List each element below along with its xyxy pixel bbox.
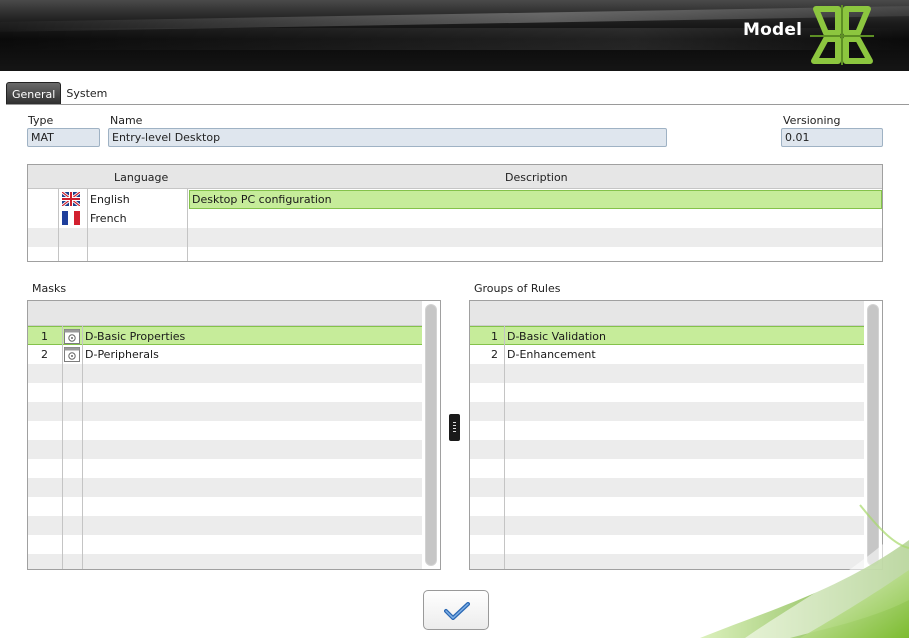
versioning-field[interactable]: 0.01	[781, 128, 883, 147]
table-row[interactable]	[28, 228, 882, 247]
masks-list: 1 D-Basic Properties 2 D-Peripherals	[27, 300, 441, 570]
groups-of-rules-list: 1 D-Basic Validation 2 D-Enhancement	[469, 300, 883, 570]
tab-bar: General System	[6, 82, 112, 105]
column-header-description[interactable]: Description	[505, 171, 568, 184]
list-item[interactable]	[28, 383, 422, 402]
rule-group-name: D-Basic Validation	[507, 330, 606, 343]
tab-general[interactable]: General	[6, 82, 62, 105]
versioning-label: Versioning	[783, 114, 841, 127]
scrollbar-thumb[interactable]	[426, 305, 436, 565]
mask-name: D-Peripherals	[85, 348, 159, 361]
list-item[interactable]	[470, 364, 864, 383]
language-name: English	[90, 193, 130, 206]
tab-system[interactable]: System	[61, 82, 112, 105]
list-item[interactable]	[470, 497, 864, 516]
column-divider	[87, 189, 88, 261]
masks-label: Masks	[32, 282, 67, 295]
column-divider	[187, 189, 188, 261]
rule-group-name: D-Enhancement	[507, 348, 596, 361]
column-divider	[58, 189, 59, 261]
page-title: Model	[743, 20, 803, 40]
france-flag-icon	[62, 211, 80, 225]
description-cell[interactable]	[189, 209, 882, 228]
list-item[interactable]	[28, 478, 422, 497]
list-item[interactable]	[28, 402, 422, 421]
row-number: 1	[491, 330, 498, 343]
list-item[interactable]	[28, 364, 422, 383]
list-item[interactable]	[470, 421, 864, 440]
name-field[interactable]: Entry-level Desktop	[108, 128, 667, 147]
list-item[interactable]	[470, 516, 864, 535]
checkmark-icon	[444, 602, 470, 620]
type-field[interactable]: MAT	[27, 128, 100, 147]
app-header: Model	[0, 0, 909, 71]
list-item[interactable]	[470, 478, 864, 497]
column-divider	[504, 326, 505, 569]
list-item[interactable]	[28, 421, 422, 440]
list-item[interactable]	[28, 440, 422, 459]
row-number: 2	[491, 348, 498, 361]
list-item[interactable]	[470, 554, 864, 569]
list-item[interactable]: 1 D-Basic Validation	[470, 326, 864, 345]
list-item[interactable]	[470, 459, 864, 478]
row-number: 1	[41, 330, 48, 343]
column-divider	[62, 326, 63, 569]
description-cell[interactable]: Desktop PC configuration	[189, 190, 882, 209]
groups-scrollbar[interactable]	[867, 304, 879, 566]
language-table: Language Description English Desktop PC …	[27, 164, 883, 262]
groups-of-rules-label: Groups of Rules	[474, 282, 561, 295]
row-number: 2	[41, 348, 48, 361]
list-item[interactable]	[28, 535, 422, 554]
column-header-language[interactable]: Language	[114, 171, 168, 184]
mask-icon	[64, 329, 80, 344]
tab-divider	[6, 104, 909, 105]
table-header	[28, 301, 422, 326]
masks-scrollbar[interactable]	[425, 304, 437, 566]
name-label: Name	[110, 114, 143, 127]
list-item[interactable]	[28, 497, 422, 516]
column-divider	[82, 326, 83, 569]
list-item[interactable]	[470, 383, 864, 402]
list-item[interactable]	[470, 402, 864, 421]
mask-name: D-Basic Properties	[85, 330, 186, 343]
table-row[interactable]: French	[28, 209, 882, 228]
list-item[interactable]	[470, 535, 864, 554]
table-header: Language Description	[28, 165, 882, 189]
logo-icon	[810, 5, 874, 65]
list-item[interactable]	[28, 554, 422, 569]
table-row[interactable]: English Desktop PC configuration	[28, 190, 882, 209]
list-item[interactable]: 1 D-Basic Properties	[28, 326, 422, 345]
language-name: French	[90, 212, 127, 225]
type-label: Type	[28, 114, 54, 127]
list-item[interactable]	[470, 440, 864, 459]
list-item[interactable]: 2 D-Enhancement	[470, 345, 864, 364]
table-header	[470, 301, 864, 326]
mask-icon	[64, 347, 80, 362]
list-item[interactable]	[28, 516, 422, 535]
list-item[interactable]	[28, 459, 422, 478]
uk-flag-icon	[62, 192, 80, 206]
table-row[interactable]	[28, 247, 882, 261]
scrollbar-thumb[interactable]	[868, 305, 878, 565]
panel-splitter-handle[interactable]	[449, 414, 460, 441]
list-item[interactable]: 2 D-Peripherals	[28, 345, 422, 364]
confirm-button[interactable]	[423, 590, 489, 630]
